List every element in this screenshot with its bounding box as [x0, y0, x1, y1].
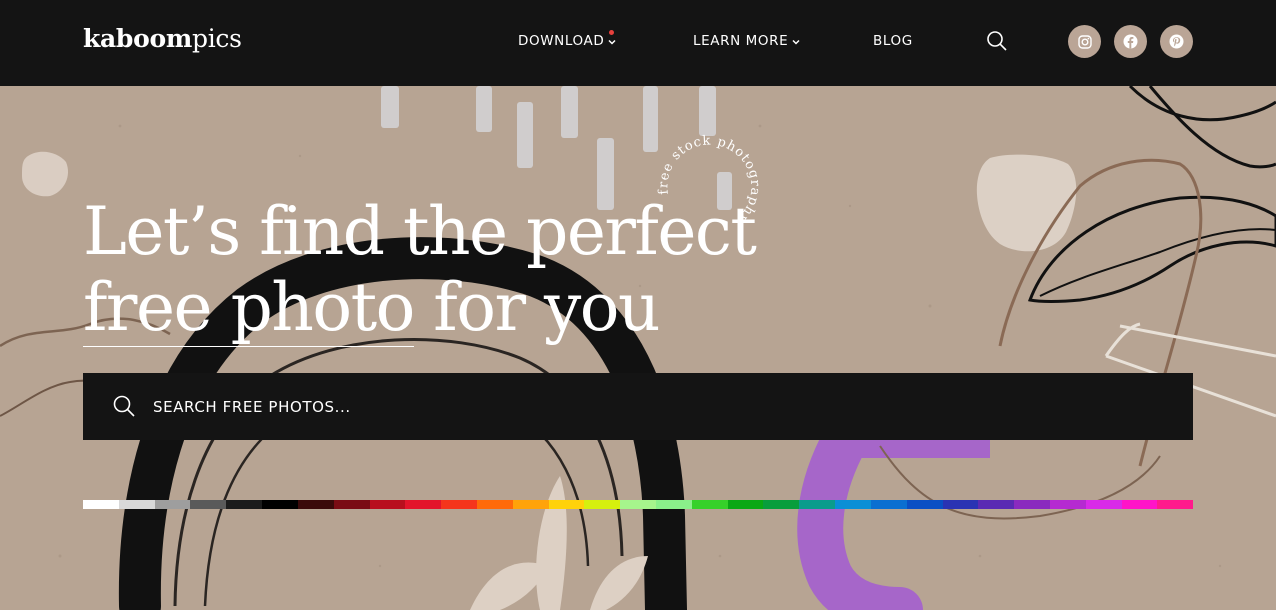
- search-icon: [113, 395, 135, 417]
- color-swatch[interactable]: [870, 500, 907, 509]
- kaboompics-logo[interactable]: kaboompics: [83, 22, 242, 56]
- headline-free-photo-link[interactable]: free photo: [83, 269, 415, 347]
- color-swatch[interactable]: [548, 500, 585, 509]
- notification-dot: [609, 30, 614, 35]
- facebook-button[interactable]: [1114, 25, 1147, 58]
- color-swatch[interactable]: [1085, 500, 1122, 509]
- hero-headline: Let’s find the perfect free photo for yo…: [83, 193, 757, 347]
- color-swatch[interactable]: [226, 500, 263, 509]
- nav-download-label: DOWNLOAD: [518, 33, 605, 49]
- color-swatch[interactable]: [763, 500, 800, 509]
- color-swatch[interactable]: [799, 500, 836, 509]
- color-swatch[interactable]: [1157, 500, 1194, 509]
- color-swatch[interactable]: [656, 500, 692, 509]
- pinterest-icon: [1169, 34, 1184, 49]
- headline-line-1: Let’s find the perfect: [83, 193, 757, 270]
- color-swatch[interactable]: [691, 500, 728, 509]
- color-swatch[interactable]: [512, 500, 549, 509]
- color-swatch[interactable]: [83, 500, 119, 509]
- facebook-icon: [1123, 34, 1138, 49]
- color-swatch[interactable]: [118, 500, 155, 509]
- logo-light-text: pics: [192, 24, 242, 53]
- pinterest-button[interactable]: [1160, 25, 1193, 58]
- search-photos-input[interactable]: [153, 373, 1173, 440]
- nav-download[interactable]: DOWNLOAD: [518, 30, 617, 50]
- nav-blog-label: BLOG: [873, 33, 913, 49]
- color-swatch[interactable]: [441, 500, 477, 509]
- instagram-button[interactable]: [1068, 25, 1101, 58]
- color-swatch[interactable]: [369, 500, 406, 509]
- nav-learn-more[interactable]: LEARN MORE: [693, 32, 801, 50]
- color-swatch[interactable]: [405, 500, 442, 509]
- hero-background-illustration: [0, 86, 1276, 610]
- color-swatch[interactable]: [262, 500, 298, 509]
- hero-section: free stock photography Let’s find the pe…: [0, 86, 1276, 610]
- color-swatch[interactable]: [906, 500, 943, 509]
- color-swatch[interactable]: [297, 500, 334, 509]
- color-swatch[interactable]: [584, 500, 621, 509]
- color-swatch[interactable]: [190, 500, 227, 509]
- color-swatch[interactable]: [620, 500, 656, 509]
- color-swatch[interactable]: [154, 500, 191, 509]
- color-swatch[interactable]: [835, 500, 871, 509]
- chevron-down-icon: [792, 39, 800, 45]
- instagram-icon: [1077, 34, 1092, 49]
- logo-bold-text: kaboom: [83, 24, 193, 53]
- color-filter-strip[interactable]: [83, 500, 1194, 509]
- headline-for-you: for you: [413, 269, 660, 346]
- nav-learn-more-label: LEARN MORE: [693, 33, 789, 49]
- color-swatch[interactable]: [1049, 500, 1086, 509]
- color-swatch[interactable]: [942, 500, 979, 509]
- color-swatch[interactable]: [476, 500, 513, 509]
- nav-blog[interactable]: BLOG: [873, 32, 913, 50]
- color-swatch[interactable]: [978, 500, 1015, 509]
- color-swatch[interactable]: [333, 500, 370, 509]
- headline-line-2: free photo for you: [83, 269, 755, 347]
- color-swatch[interactable]: [1121, 500, 1158, 509]
- photo-search-bar[interactable]: [83, 373, 1193, 440]
- color-swatch[interactable]: [1014, 500, 1050, 509]
- color-swatch[interactable]: [727, 500, 764, 509]
- search-icon[interactable]: [985, 29, 1009, 53]
- chevron-down-icon: [608, 39, 616, 45]
- top-navigation-bar: kaboompics DOWNLOAD LEARN MORE BLOG: [0, 0, 1276, 86]
